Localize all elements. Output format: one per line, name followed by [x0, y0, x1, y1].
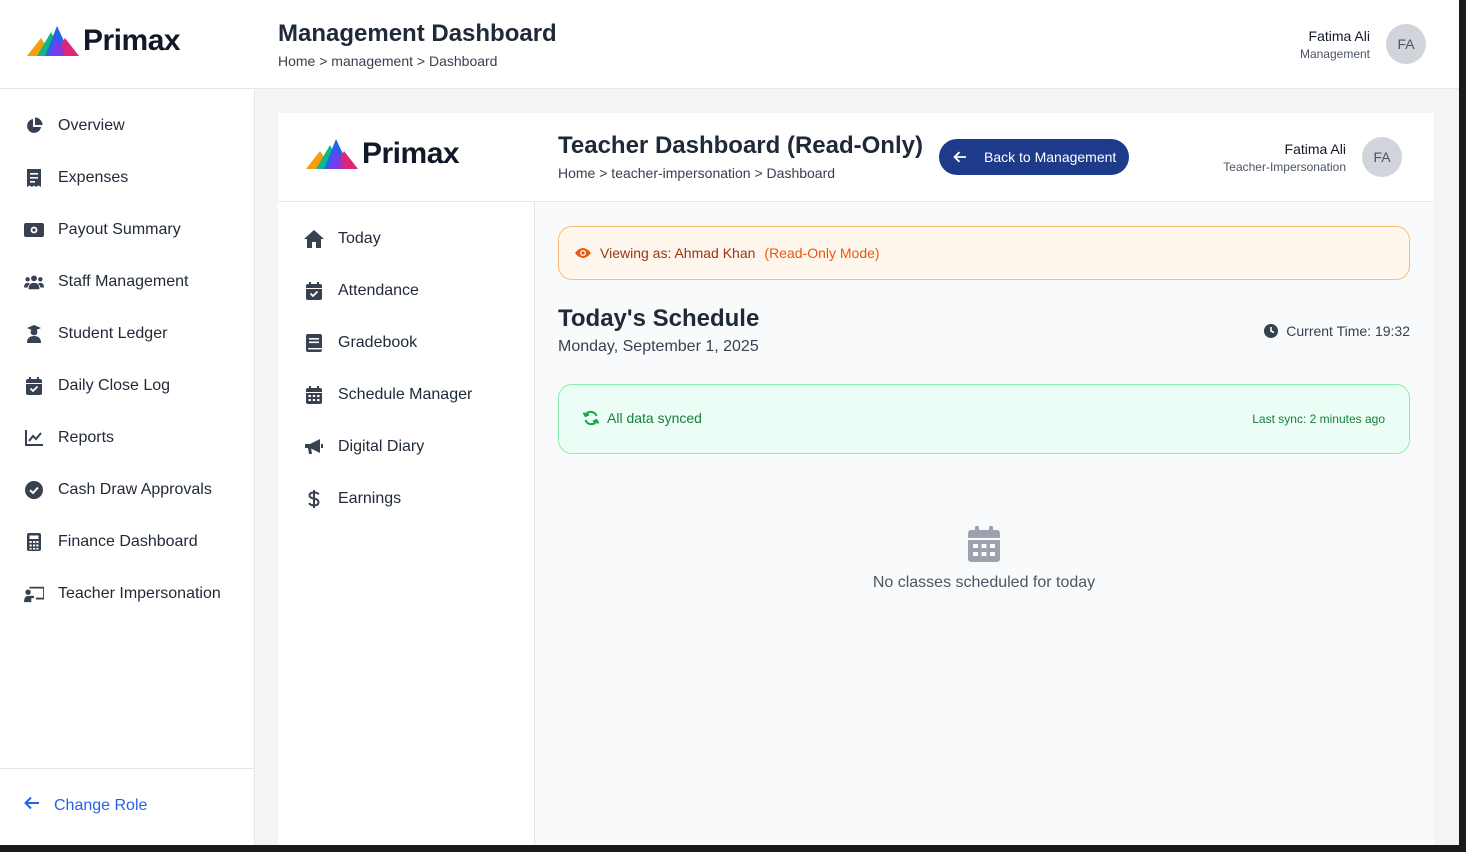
sidebar-item-daily-close-log[interactable]: Daily Close Log: [24, 366, 170, 406]
teacher-sidebar: Today Attendance Gradebook Schedule Mana…: [278, 202, 535, 845]
sidebar-item-label: Reports: [58, 429, 115, 446]
receipt-icon: [24, 168, 44, 188]
calculator-icon: [24, 532, 44, 552]
sidebar-item-schedule-manager[interactable]: Schedule Manager: [304, 375, 472, 415]
viewing-as-text: Viewing as: Ahmad Khan: [600, 245, 756, 261]
avatar[interactable]: FA: [1386, 24, 1426, 64]
user-info: Fatima Ali Management: [1300, 28, 1370, 61]
sidebar-item-staff-management[interactable]: Staff Management: [24, 262, 188, 302]
sidebar-item-overview[interactable]: Overview: [24, 106, 125, 146]
chalkboard-teacher-icon: [24, 584, 44, 604]
app-window: Primax Management Dashboard Home > manag…: [0, 0, 1459, 845]
user-name: Fatima Ali: [1284, 141, 1346, 157]
sidebar-item-label: Expenses: [58, 169, 129, 186]
users-icon: [24, 272, 44, 292]
sidebar-item-label: Schedule Manager: [338, 386, 473, 403]
sidebar-item-label: Overview: [58, 117, 125, 134]
line-chart-icon: [24, 428, 44, 448]
breadcrumb: Home > management > Dashboard: [278, 53, 498, 69]
sidebar-footer: Change Role: [0, 768, 254, 845]
teacher-dashboard-panel: Primax Teacher Dashboard (Read-Only) Hom…: [278, 113, 1434, 845]
schedule-title: Today's Schedule: [558, 305, 760, 332]
user-role: Management: [1299, 47, 1370, 61]
back-button-label: Back to Management: [984, 149, 1117, 165]
student-icon: [24, 324, 44, 344]
brand-name: Primax: [362, 137, 460, 170]
chart-pie-icon: [24, 116, 44, 136]
sidebar-item-label: Student Ledger: [58, 325, 168, 342]
schedule-date: Monday, September 1, 2025: [558, 338, 759, 355]
sidebar-item-cash-draw-approvals[interactable]: Cash Draw Approvals: [24, 470, 212, 510]
primax-logo-icon: [27, 26, 79, 56]
sidebar-item-student-ledger[interactable]: Student Ledger: [24, 314, 167, 354]
current-time: Current Time: 19:32: [1264, 323, 1410, 339]
sync-status-panel: All data synced Last sync: 2 minutes ago: [558, 384, 1410, 454]
teacher-breadcrumb: Home > teacher-impersonation > Dashboard: [558, 165, 836, 181]
calendar-check-icon: [304, 281, 324, 301]
last-sync-text: Last sync: 2 minutes ago: [1252, 412, 1385, 426]
sidebar-item-label: Attendance: [338, 282, 419, 299]
back-to-management-button[interactable]: Back to Management: [939, 139, 1129, 175]
teacher-page-title: Teacher Dashboard (Read-Only): [558, 132, 923, 159]
sidebar-item-today[interactable]: Today: [304, 219, 381, 259]
empty-state-message: No classes scheduled for today: [872, 574, 1096, 591]
home-icon: [304, 229, 324, 249]
dollar-icon: [304, 489, 324, 509]
sidebar-item-label: Daily Close Log: [58, 377, 171, 394]
book-icon: [304, 333, 324, 353]
sidebar-item-label: Today: [338, 230, 381, 247]
sidebar-item-earnings[interactable]: Earnings: [304, 479, 401, 519]
sidebar-item-label: Earnings: [338, 490, 402, 507]
arrow-left-icon: [953, 151, 969, 163]
read-only-banner: Viewing as: Ahmad Khan (Read-Only Mode): [558, 226, 1410, 280]
sidebar-item-label: Teacher Impersonation: [58, 585, 221, 602]
sidebar-item-label: Cash Draw Approvals: [58, 481, 212, 498]
top-header: Primax Management Dashboard Home > manag…: [0, 0, 1459, 89]
sidebar-item-teacher-impersonation[interactable]: Teacher Impersonation: [24, 574, 221, 614]
primax-logo-icon: [306, 139, 358, 169]
user-name: Fatima Ali: [1308, 28, 1370, 44]
sidebar-item-reports[interactable]: Reports: [24, 418, 114, 458]
clock-icon: [1264, 324, 1279, 338]
current-time-text: Current Time: 19:32: [1286, 323, 1410, 339]
user-role: Teacher-Impersonation: [1223, 160, 1346, 174]
empty-state: No classes scheduled for today: [558, 526, 1410, 592]
sync-status-text: All data synced: [607, 410, 702, 426]
teacher-header: Primax Teacher Dashboard (Read-Only) Hom…: [278, 113, 1434, 202]
sidebar-item-payout-summary[interactable]: Payout Summary: [24, 210, 181, 250]
arrow-left-icon: [24, 796, 40, 815]
sidebar-item-label: Finance Dashboard: [58, 533, 198, 550]
calendar-check-icon: [24, 376, 44, 396]
brand-name: Primax: [83, 24, 181, 57]
sidebar-item-label: Gradebook: [338, 334, 418, 351]
megaphone-icon: [304, 437, 324, 457]
avatar[interactable]: FA: [1362, 137, 1402, 177]
change-role-button[interactable]: Change Role: [24, 796, 147, 815]
check-circle-icon: [24, 480, 44, 500]
page-title: Management Dashboard: [278, 20, 557, 47]
sidebar-item-finance-dashboard[interactable]: Finance Dashboard: [24, 522, 198, 562]
read-only-mode-text: (Read-Only Mode): [764, 245, 880, 261]
change-role-label: Change Role: [54, 796, 148, 814]
brand-logo[interactable]: Primax: [27, 24, 181, 58]
sidebar-item-gradebook[interactable]: Gradebook: [304, 323, 417, 363]
sidebar-item-digital-diary[interactable]: Digital Diary: [304, 427, 424, 467]
sync-icon[interactable]: [583, 410, 599, 426]
sidebar-item-attendance[interactable]: Attendance: [304, 271, 419, 311]
money-bill-icon: [24, 220, 44, 240]
sidebar-item-label: Digital Diary: [338, 438, 425, 455]
brand-logo[interactable]: Primax: [306, 137, 460, 171]
sidebar-item-label: Staff Management: [58, 273, 189, 290]
sidebar-item-expenses[interactable]: Expenses: [24, 158, 128, 198]
calendar-icon: [304, 385, 324, 405]
sidebar: Overview Expenses Payout Summary Staff M…: [0, 89, 255, 845]
teacher-user-info: Fatima Ali Teacher-Impersonation: [1223, 141, 1346, 174]
calendar-icon: [558, 526, 1410, 562]
sidebar-item-label: Payout Summary: [58, 221, 181, 238]
eye-icon: [575, 247, 591, 259]
